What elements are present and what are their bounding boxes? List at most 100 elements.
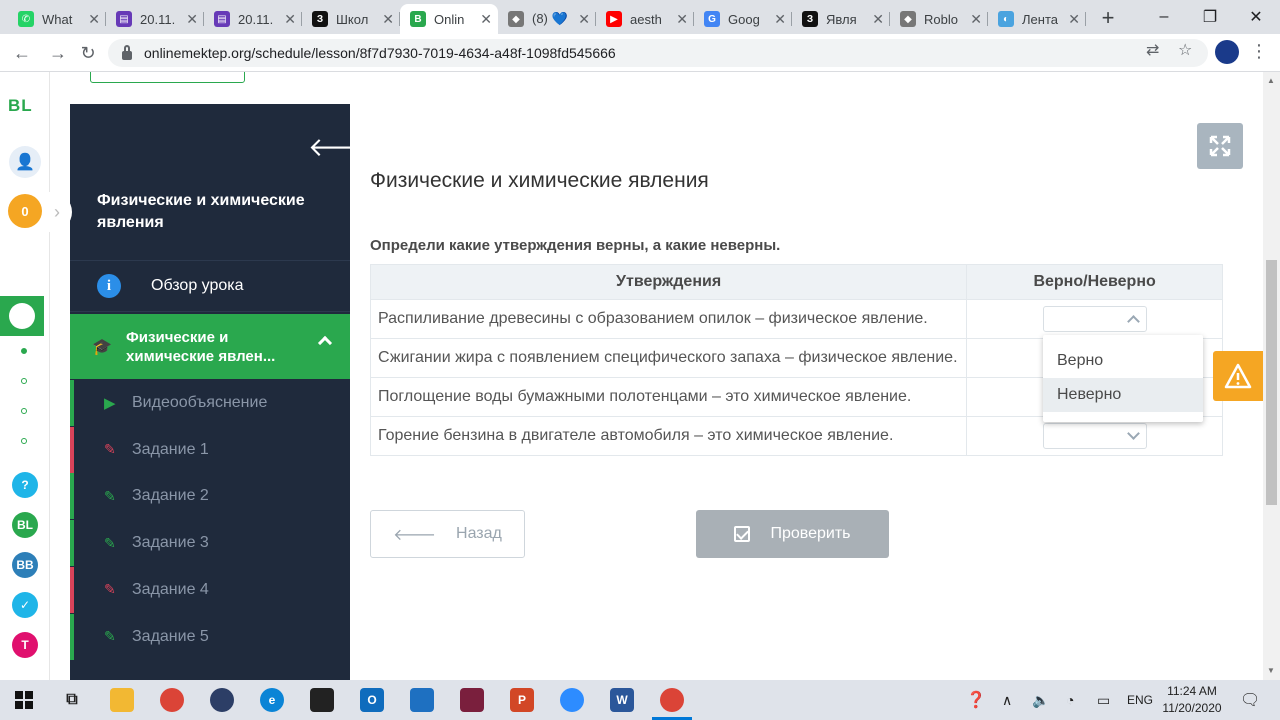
tab-list: ✆ What ✕ ▤ 20.11. ✕ ▤ 20.11. ✕ З Школ ✕ B Onlin ✕ ◆ (8) … bbox=[0, 0, 1086, 34]
language-indicator[interactable]: ENG bbox=[1127, 680, 1153, 720]
url-field[interactable]: onlinemektep.org/schedule/lesson/8f7d793… bbox=[108, 39, 1208, 67]
nav-dot[interactable] bbox=[21, 378, 27, 384]
test-icon[interactable]: ✓ bbox=[12, 592, 38, 618]
powerpoint-icon[interactable]: P bbox=[510, 688, 534, 712]
sidebar-subitem[interactable]: ✎ Задание 2 bbox=[70, 473, 350, 520]
answer-select[interactable] bbox=[1042, 306, 1147, 332]
tab-close-icon[interactable]: ✕ bbox=[88, 11, 100, 28]
scroll-down-icon[interactable]: ▼ bbox=[1267, 666, 1275, 675]
clock-date: 11/20/2020 bbox=[1162, 701, 1222, 715]
dropdown-option-true[interactable]: Верно bbox=[1043, 344, 1203, 378]
lesson-title: Физические и химические явления bbox=[370, 169, 709, 192]
photos-icon[interactable] bbox=[410, 688, 434, 712]
tray-chevron-icon[interactable]: ∧ bbox=[1002, 680, 1012, 720]
tab-close-icon[interactable]: ✕ bbox=[872, 11, 884, 28]
browser-tab[interactable]: ▤ 20.11. ✕ bbox=[204, 4, 302, 34]
sidebar-subitem[interactable]: ✎ Задание 3 bbox=[70, 520, 350, 567]
outlook-icon[interactable]: O bbox=[360, 688, 384, 712]
browser-tab[interactable]: ◆ (8) 💙 ✕ bbox=[498, 4, 596, 34]
info-icon: i bbox=[97, 274, 121, 298]
photos-app-icon[interactable] bbox=[310, 688, 334, 712]
bilim-land-icon[interactable]: BL bbox=[12, 512, 38, 538]
new-tab-button[interactable]: + bbox=[1094, 4, 1122, 32]
close-window-button[interactable]: ✕ bbox=[1233, 0, 1279, 34]
browser-tab[interactable]: ◐ Лента ✕ bbox=[988, 4, 1086, 34]
app-icon[interactable] bbox=[210, 688, 234, 712]
browser-tab[interactable]: G Goog ✕ bbox=[694, 4, 792, 34]
app-icon[interactable] bbox=[460, 688, 484, 712]
browser-tab[interactable]: З Школ ✕ bbox=[302, 4, 400, 34]
tab-close-icon[interactable]: ✕ bbox=[382, 11, 394, 28]
answer-select[interactable] bbox=[1042, 423, 1147, 449]
report-warning-button[interactable] bbox=[1213, 351, 1263, 401]
nav-dot[interactable] bbox=[21, 408, 27, 414]
user-avatar[interactable]: 👤 bbox=[9, 146, 41, 178]
sidebar-section-active[interactable]: 🎓 Физические и химические явлен... bbox=[70, 314, 350, 379]
coins-badge[interactable]: 0 bbox=[8, 194, 42, 228]
back-button[interactable]: 🡐 Назад bbox=[370, 510, 525, 558]
task-view-icon[interactable]: ⧉ bbox=[60, 688, 84, 712]
help-tray-icon[interactable]: ❓ bbox=[966, 680, 986, 720]
chrome-icon[interactable] bbox=[660, 688, 684, 712]
clock[interactable]: 11:24 AM 11/20/2020 bbox=[1156, 683, 1228, 717]
nav-dot[interactable] bbox=[21, 348, 27, 354]
browser-tab[interactable]: ▶ aesth ✕ bbox=[596, 4, 694, 34]
sidebar-subitem-label: Задание 3 bbox=[132, 534, 209, 552]
tab-close-icon[interactable]: ✕ bbox=[186, 11, 198, 28]
minimize-button[interactable]: – bbox=[1141, 0, 1187, 34]
windows-start-icon[interactable] bbox=[12, 688, 36, 712]
sidebar-subitem[interactable]: ▶ Видеообъяснение bbox=[70, 380, 350, 426]
tab-close-icon[interactable]: ✕ bbox=[578, 11, 590, 28]
scrollbar-thumb[interactable] bbox=[1266, 260, 1277, 505]
battery-icon[interactable]: ▭ bbox=[1097, 680, 1110, 720]
volume-icon[interactable]: 🔈 bbox=[1032, 680, 1049, 720]
top-button-edge[interactable] bbox=[90, 72, 245, 83]
browser-tab[interactable]: ▤ 20.11. ✕ bbox=[106, 4, 204, 34]
tab-close-icon[interactable]: ✕ bbox=[970, 11, 982, 28]
browser-tab[interactable]: B Onlin ✕ bbox=[400, 4, 498, 34]
bl-logo[interactable]: BL bbox=[8, 96, 33, 116]
sidebar-subitem[interactable]: ✎ Задание 4 bbox=[70, 566, 350, 613]
browser-menu-icon[interactable]: ⋮ bbox=[1250, 41, 1268, 62]
online-mektep-icon[interactable] bbox=[0, 296, 44, 336]
bilim-book-icon[interactable]: BB bbox=[12, 552, 38, 578]
help-icon[interactable]: ? bbox=[12, 472, 38, 498]
browser-tab[interactable]: ◆ Roblo ✕ bbox=[890, 4, 988, 34]
file-explorer-icon[interactable] bbox=[110, 688, 134, 712]
sidebar-subitem[interactable]: ✎ Задание 5 bbox=[70, 613, 350, 660]
column-header: Утверждения bbox=[369, 264, 968, 300]
browser-tab[interactable]: ✆ What ✕ bbox=[8, 4, 106, 34]
twig-icon[interactable]: T bbox=[12, 632, 38, 658]
sidebar-section-label: Физические и химические явлен... bbox=[126, 328, 276, 365]
tab-label: What bbox=[42, 11, 73, 27]
edge-icon[interactable]: e bbox=[260, 688, 284, 712]
notifications-icon[interactable]: 🗨 bbox=[1240, 680, 1260, 720]
word-icon[interactable]: W bbox=[610, 688, 634, 712]
scroll-up-icon[interactable]: ▲ bbox=[1267, 76, 1275, 85]
tab-close-icon[interactable]: ✕ bbox=[676, 11, 688, 28]
chrome-icon[interactable] bbox=[160, 688, 184, 712]
dropdown-option-false[interactable]: Неверно bbox=[1043, 378, 1203, 412]
maximize-button[interactable]: ❐ bbox=[1187, 0, 1233, 34]
sidebar-item-overview[interactable]: i Обзор урока bbox=[70, 260, 350, 312]
profile-avatar[interactable] bbox=[1215, 40, 1239, 64]
zoom-icon[interactable] bbox=[560, 688, 584, 712]
chevron-down-icon bbox=[1126, 427, 1140, 440]
fullscreen-button[interactable] bbox=[1197, 123, 1243, 169]
sidebar-subitem[interactable]: ✎ Задание 1 bbox=[70, 426, 350, 473]
tab-close-icon[interactable]: ✕ bbox=[480, 11, 492, 28]
bookmark-star-icon[interactable]: ☆ bbox=[1178, 40, 1192, 60]
forward-nav-icon[interactable]: → bbox=[44, 40, 72, 66]
reload-icon[interactable]: ↻ bbox=[74, 40, 102, 66]
browser-tab[interactable]: З Явля ✕ bbox=[792, 4, 890, 34]
page-scrollbar[interactable]: ▲ ▼ bbox=[1263, 72, 1280, 680]
translate-icon[interactable]: ⇄ bbox=[1146, 40, 1159, 60]
wifi-icon[interactable]: ◔ bbox=[1066, 680, 1074, 720]
collapse-sidebar-arrow-icon[interactable]: 🡐 bbox=[308, 132, 350, 163]
tab-close-icon[interactable]: ✕ bbox=[1068, 11, 1080, 28]
back-nav-icon[interactable]: ← bbox=[8, 40, 36, 66]
tab-close-icon[interactable]: ✕ bbox=[284, 11, 296, 28]
tab-close-icon[interactable]: ✕ bbox=[774, 11, 786, 28]
check-button[interactable]: Проверить bbox=[696, 510, 889, 558]
nav-dot[interactable] bbox=[21, 438, 27, 444]
